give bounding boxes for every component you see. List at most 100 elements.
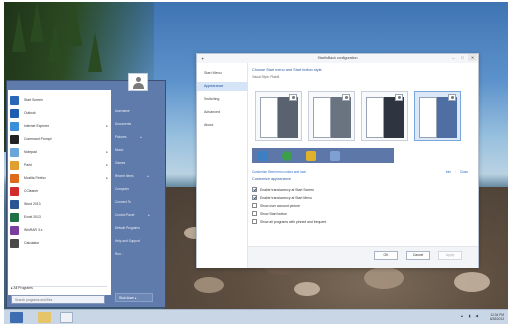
right-item-pictures[interactable]: Pictures ▸ xyxy=(115,135,142,139)
preview-pane xyxy=(419,97,437,138)
chevron-right-icon[interactable]: ▸ xyxy=(148,174,150,178)
start-menu-item[interactable]: Paint ▸ xyxy=(8,159,111,171)
option-all-programs[interactable]: Show all programs with pinned and freque… xyxy=(252,219,326,224)
all-programs-link[interactable]: ▸ All Programs xyxy=(11,286,33,290)
config-window-taskbar-icon[interactable] xyxy=(60,312,73,323)
checkbox-checked[interactable] xyxy=(252,195,257,200)
wallpaper-stone xyxy=(454,272,490,292)
style-preview xyxy=(419,94,457,138)
start-menu-item[interactable]: WinRAR 3.x xyxy=(8,224,111,236)
visual-style-label: Visual Style: Plain8 xyxy=(252,75,280,79)
start-menu-item[interactable]: Mozilla Firefox ▸ xyxy=(8,172,111,184)
taskbar-clock[interactable]: 12:34 PM 6/28/2013 xyxy=(490,313,504,321)
right-item-label: Music xyxy=(115,148,124,152)
start-menu-item[interactable]: Internet Explorer ▸ xyxy=(8,120,111,132)
preview-pane xyxy=(313,97,331,138)
nav-advanced[interactable]: Advanced xyxy=(197,108,248,117)
word-icon xyxy=(10,199,19,209)
start-menu-item-label: Outlook xyxy=(24,111,36,115)
checkbox[interactable] xyxy=(252,219,257,224)
right-item-run[interactable]: Run... xyxy=(115,252,124,256)
start-menu-item-label: Command Prompt xyxy=(24,137,52,141)
start-menu-item[interactable]: Notepad ▸ xyxy=(8,146,111,158)
start-search-input[interactable]: Search programs and files xyxy=(11,295,105,304)
nav-appearance[interactable]: Appearance xyxy=(197,82,248,91)
checkbox[interactable] xyxy=(252,211,257,216)
chevron-right-icon[interactable]: ▸ xyxy=(141,135,143,139)
style-preview xyxy=(366,94,404,138)
style-thumbnail-selected[interactable] xyxy=(414,91,461,141)
startisback-config-dialog: ✦ StartIsBack configuration – □ ✕ Start … xyxy=(196,53,479,268)
system-tray[interactable]: ▲ ▮ ◀ xyxy=(460,314,480,318)
checkbox-checked[interactable] xyxy=(252,187,257,192)
start-button[interactable] xyxy=(10,312,23,323)
checkbox[interactable] xyxy=(252,203,257,208)
preview-pane xyxy=(366,97,384,138)
dialog-links[interactable]: Info · Close xyxy=(446,170,468,174)
start-orb-icon[interactable] xyxy=(306,151,316,161)
right-item-connect[interactable]: Connect To xyxy=(115,200,131,204)
option-account-picture[interactable]: Show user account picture xyxy=(252,203,300,208)
notepad-icon xyxy=(10,147,19,157)
start-menu-item[interactable]: Start Screen xyxy=(8,94,111,106)
close-icon[interactable]: ✕ xyxy=(468,54,477,61)
file-explorer-icon[interactable] xyxy=(38,312,51,323)
option-label: Enable translucency at Start Menu xyxy=(260,195,312,200)
option-start-button[interactable]: Show Start button xyxy=(252,211,287,216)
style-thumbnail[interactable] xyxy=(361,91,408,141)
internet-explorer-icon xyxy=(10,121,19,131)
right-item-music[interactable]: Music xyxy=(115,148,123,152)
start-menu-item[interactable]: CCleaner xyxy=(8,185,111,197)
preview-pane xyxy=(260,97,278,138)
start-menu-item-label: WinRAR 3.x xyxy=(24,228,43,232)
start-button-strip xyxy=(252,148,394,163)
start-orb-icon[interactable] xyxy=(258,151,268,161)
cancel-button[interactable]: Cancel xyxy=(406,251,430,260)
avatar-body xyxy=(133,83,144,89)
start-screen-icon xyxy=(10,95,19,105)
right-item-recent[interactable]: Recent items ▸ xyxy=(115,174,149,178)
style-thumbnail[interactable] xyxy=(255,91,302,141)
nav-switching[interactable]: Switching xyxy=(197,95,248,104)
start-orb-icon[interactable] xyxy=(282,151,292,161)
start-menu-item-label: Start Screen xyxy=(24,98,43,102)
preview-avatar xyxy=(289,94,297,101)
nav-about[interactable]: About xyxy=(197,121,248,130)
start-menu-item[interactable]: Calculator xyxy=(8,237,111,249)
right-item-control-panel[interactable]: Control Panel ▸ xyxy=(115,213,150,217)
ok-button[interactable]: OK xyxy=(374,251,398,260)
windows-logo-icon[interactable] xyxy=(330,151,340,161)
right-item-help[interactable]: Help and Support xyxy=(115,239,140,243)
right-item-label: Default Programs xyxy=(115,226,140,230)
nav-start-menu[interactable]: Start Menu xyxy=(197,69,248,78)
preview-avatar xyxy=(342,94,350,101)
user-avatar[interactable] xyxy=(128,73,148,91)
right-item-computer[interactable]: Computer xyxy=(115,187,129,191)
wallpaper-tree xyxy=(30,2,44,42)
start-menu-pinned-list: Start Screen Outlook Internet Explorer ▸… xyxy=(8,90,111,295)
right-item-games[interactable]: Games xyxy=(115,161,125,165)
dialog-titlebar[interactable]: ✦ StartIsBack configuration – □ ✕ xyxy=(197,54,478,63)
wallpaper-tree xyxy=(88,32,102,72)
option-translucency-start-screen[interactable]: Enable translucency at Start Screen xyxy=(252,187,314,192)
start-menu-item[interactable]: Outlook xyxy=(8,107,111,119)
right-item-documents[interactable]: Documents xyxy=(115,122,131,126)
start-menu-item[interactable]: Word 2013 xyxy=(8,198,111,210)
chevron-right-icon[interactable]: ▸ xyxy=(106,176,108,180)
chevron-right-icon[interactable]: ▸ xyxy=(106,163,108,167)
right-item-username[interactable]: Username xyxy=(115,109,130,113)
apply-button[interactable]: Apply xyxy=(438,251,462,260)
style-preview xyxy=(313,94,351,138)
chevron-right-icon[interactable]: ▸ xyxy=(106,124,108,128)
maximize-icon[interactable]: □ xyxy=(458,54,467,61)
shutdown-button[interactable]: Shut down ▸ xyxy=(115,293,153,302)
minimize-icon[interactable]: – xyxy=(449,54,458,61)
style-thumbnail[interactable] xyxy=(308,91,355,141)
start-menu-item[interactable]: Command Prompt xyxy=(8,133,111,145)
chevron-right-icon[interactable]: ▸ xyxy=(106,150,108,154)
start-menu-item[interactable]: Excel 2013 xyxy=(8,211,111,223)
right-item-default-programs[interactable]: Default Programs xyxy=(115,226,140,230)
chevron-right-icon[interactable]: ▸ xyxy=(148,213,150,217)
preview-avatar xyxy=(448,94,456,101)
option-translucency-start-menu[interactable]: Enable translucency at Start Menu xyxy=(252,195,312,200)
